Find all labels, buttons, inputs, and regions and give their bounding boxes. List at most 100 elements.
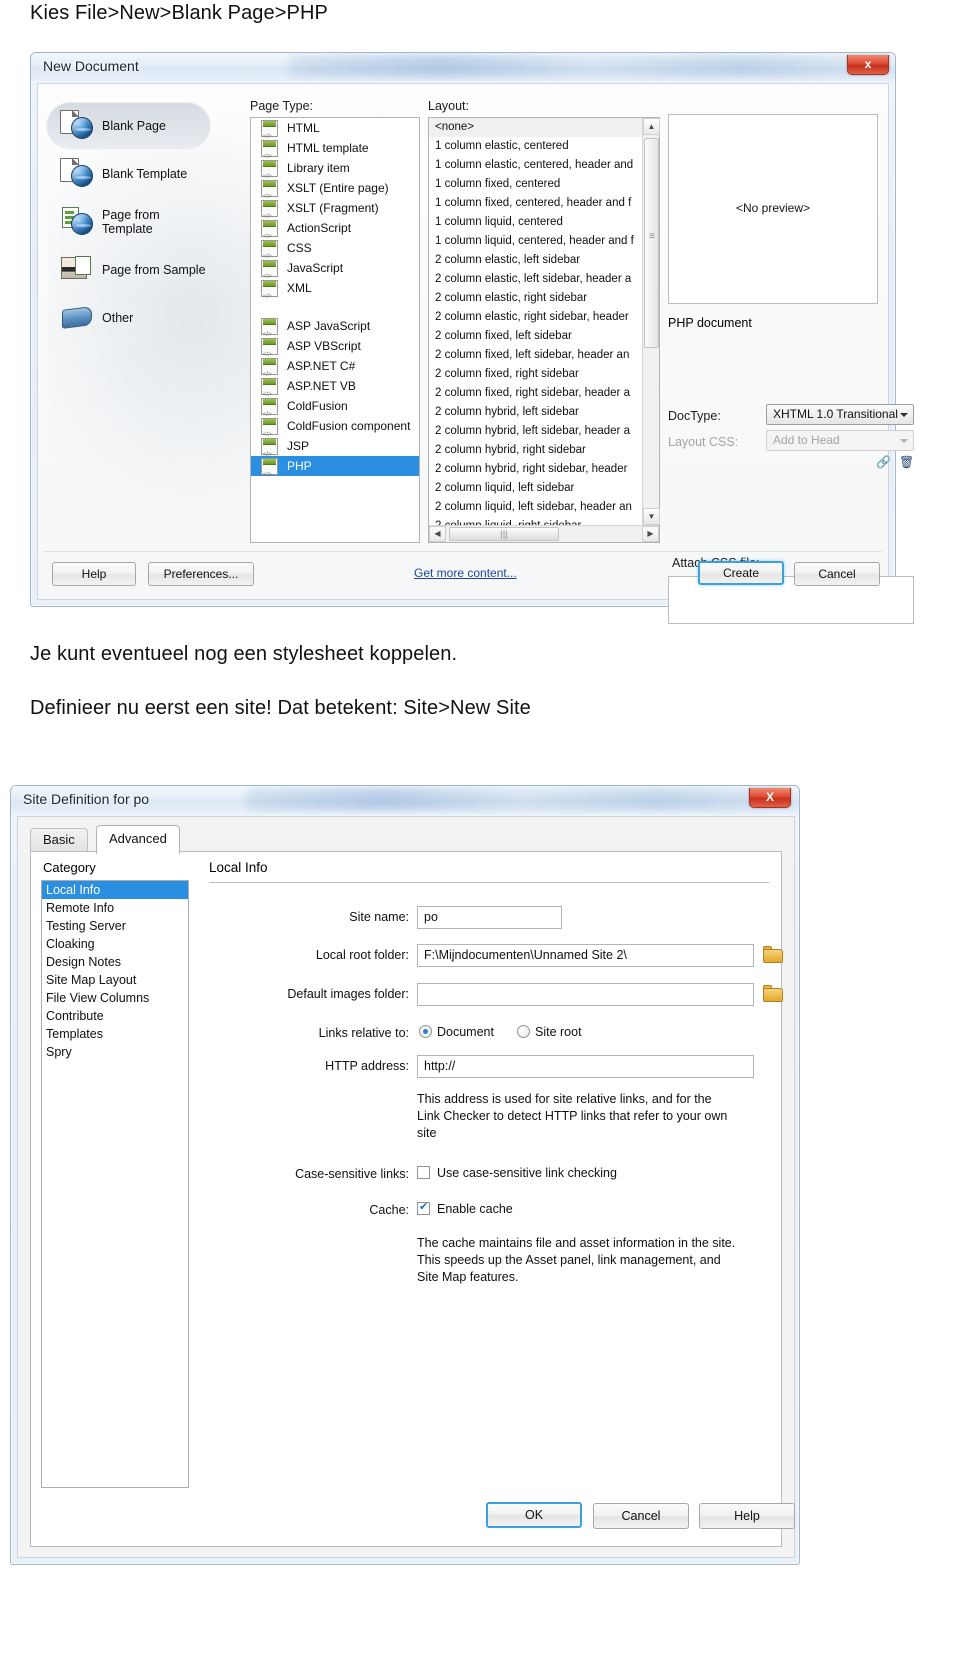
site-category-contribute[interactable]: Contribute [42,1007,188,1025]
layout-item[interactable]: 2 column elastic, left sidebar, header a [429,270,642,289]
page-type-item[interactable]: ASP VBScript [251,336,419,365]
case-sensitive-checkbox[interactable] [417,1166,430,1179]
site-category-templates[interactable]: Templates [42,1025,188,1043]
layout-item[interactable]: 2 column hybrid, right sidebar [429,441,642,460]
tab-advanced[interactable]: Advanced [96,825,180,854]
document-category-list[interactable]: Blank Page Blank Template Page from Templa… [46,102,211,342]
layout-item[interactable]: 2 column hybrid, left sidebar [429,403,642,422]
page-type-item[interactable]: HTML template [251,138,419,167]
help-button[interactable]: Help [699,1503,795,1529]
horizontal-scroll-thumb[interactable]: ||| [449,527,559,541]
layout-item[interactable]: 2 column hybrid, left sidebar, header a [429,422,642,441]
scroll-right-icon[interactable]: ▶ [642,526,659,542]
site-category-remote-info[interactable]: Remote Info [42,899,188,917]
scroll-down-icon[interactable]: ▼ [643,508,660,525]
create-button[interactable]: Create [698,561,784,585]
layout-item[interactable]: 1 column fixed, centered [429,175,642,194]
page-from-sample-icon [60,254,94,286]
page-type-item[interactable]: XSLT (Fragment) [251,198,419,227]
layout-horizontal-scrollbar[interactable]: ◀ ||| ▶ [429,525,659,542]
trash-icon[interactable]: 🗑 [899,455,914,469]
site-category-testing-server[interactable]: Testing Server [42,917,188,935]
page-type-item[interactable]: ActionScript [251,218,419,247]
page-type-label-item: XSLT (Fragment) [287,201,379,215]
layout-item[interactable]: <none> [429,118,642,137]
layout-item[interactable]: 1 column elastic, centered, header and [429,156,642,175]
layout-item[interactable]: 2 column fixed, left sidebar [429,327,642,346]
radio-site-root-label[interactable]: Site root [535,1025,582,1039]
get-more-content-link[interactable]: Get more content... [414,566,517,580]
layout-item[interactable]: 2 column elastic, right sidebar [429,289,642,308]
category-list[interactable]: Local Info Remote Info Testing Server Cloak… [41,880,189,1488]
site-category-design-notes[interactable]: Design Notes [42,953,188,971]
layout-item[interactable]: 2 column elastic, left sidebar [429,251,642,270]
doctype-select[interactable]: XHTML 1.0 Transitional [766,404,914,425]
case-sensitive-checkbox-label[interactable]: Use case-sensitive link checking [437,1166,617,1180]
layout-item[interactable]: 2 column elastic, right sidebar, header [429,308,642,327]
preferences-button[interactable]: Preferences... [148,562,254,586]
file-type-icon [261,240,278,267]
layout-item[interactable]: 1 column fixed, centered, header and f [429,194,642,213]
page-type-item[interactable]: ColdFusion component [251,416,419,445]
site-category-site-map-layout[interactable]: Site Map Layout [42,971,188,989]
cache-checkbox-label[interactable]: Enable cache [437,1202,513,1216]
page-type-item[interactable]: ASP JavaScript [251,316,419,345]
local-root-folder-input[interactable]: F:\Mijndocumenten\Unnamed Site 2\ [417,944,754,967]
layout-list[interactable]: <none> 1 column elastic, centered 1 column… [429,118,642,525]
link-icon[interactable]: 🔗 [876,455,891,469]
page-type-item[interactable]: XML [251,278,419,307]
tab-basic[interactable]: Basic [30,828,88,851]
document-category-page-from-template[interactable]: Page from Template [46,198,211,246]
site-name-input[interactable]: po [417,906,562,929]
page-type-item[interactable]: ASP.NET VB [251,376,419,405]
document-category-blank-template[interactable]: Blank Template [46,150,211,198]
layout-item[interactable]: 2 column liquid, left sidebar, header an [429,498,642,517]
layout-item[interactable]: 2 column liquid, left sidebar [429,479,642,498]
layout-item[interactable]: 2 column liquid, right sidebar [429,517,642,525]
scroll-left-icon[interactable]: ◀ [429,526,446,542]
vertical-scroll-thumb[interactable] [644,138,659,348]
radio-site-root[interactable] [517,1025,530,1038]
page-type-item[interactable]: PHP [251,456,419,485]
scroll-up-icon[interactable]: ▲ [643,118,660,135]
page-type-item[interactable]: Library item [251,158,419,187]
site-definition-titlebar[interactable]: Site Definition for po X [11,786,799,814]
site-category-cloaking[interactable]: Cloaking [42,935,188,953]
page-type-list[interactable]: HTML HTML template Library item XSLT (Entir… [250,117,420,543]
layout-vertical-scrollbar[interactable]: ▲ ▼ [642,118,660,525]
layout-item[interactable]: 2 column hybrid, right sidebar, header [429,460,642,479]
site-category-spry[interactable]: Spry [42,1043,188,1061]
layout-item[interactable]: 1 column elastic, centered [429,137,642,156]
document-category-other[interactable]: Other [46,294,211,342]
document-category-blank-page[interactable]: Blank Page [46,102,211,150]
layout-item[interactable]: 2 column fixed, right sidebar, header a [429,384,642,403]
page-type-item[interactable]: JavaScript [251,258,419,287]
browse-local-root-folder-icon[interactable] [763,946,785,965]
close-icon[interactable]: x [847,55,889,75]
page-type-item[interactable]: ASP.NET C# [251,356,419,385]
http-address-input[interactable]: http:// [417,1055,754,1078]
layout-item[interactable]: 2 column fixed, left sidebar, header an [429,346,642,365]
cancel-button[interactable]: Cancel [794,562,880,586]
radio-document-label[interactable]: Document [437,1025,494,1039]
page-type-item[interactable]: XSLT (Entire page) [251,178,419,207]
page-type-item[interactable]: CSS [251,238,419,267]
layout-item[interactable]: 2 column fixed, right sidebar [429,365,642,384]
document-category-page-from-sample[interactable]: Page from Sample [46,246,211,294]
layout-item[interactable]: 1 column liquid, centered, header and f [429,232,642,251]
page-type-item[interactable]: JSP [251,436,419,465]
help-button[interactable]: Help [52,562,136,586]
close-icon[interactable]: X [749,788,791,808]
page-type-item[interactable]: ColdFusion [251,396,419,425]
ok-button[interactable]: OK [486,1502,582,1528]
cache-checkbox[interactable] [417,1200,430,1215]
default-images-folder-input[interactable] [417,983,754,1006]
cancel-button[interactable]: Cancel [593,1503,689,1529]
browse-default-images-folder-icon[interactable] [763,985,785,1004]
new-document-titlebar[interactable]: New Document x [31,53,895,81]
site-category-file-view-columns[interactable]: File View Columns [42,989,188,1007]
radio-document[interactable] [419,1025,432,1038]
site-category-local-info[interactable]: Local Info [42,881,188,899]
layout-item[interactable]: 1 column liquid, centered [429,213,642,232]
page-type-item[interactable]: HTML [251,118,419,147]
